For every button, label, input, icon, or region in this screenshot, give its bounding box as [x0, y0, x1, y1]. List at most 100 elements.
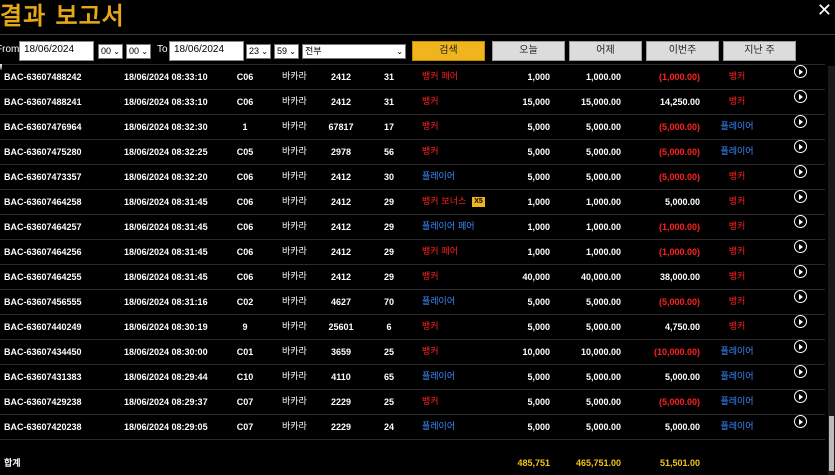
bet-date: 18/06/2024 08:32:30	[124, 122, 208, 132]
valid-bet: 1,000.00	[585, 72, 621, 82]
game-result: 뱅커	[728, 222, 746, 232]
play-circle-icon[interactable]	[794, 215, 807, 228]
game-result: 플레이어	[720, 397, 754, 407]
from-minute-select[interactable]: 00 ⌄	[126, 44, 151, 59]
totals-row: 합계 485,751 465,751.00 51,501.00	[0, 451, 825, 475]
bet-type: 뱅커 페어	[422, 247, 458, 257]
play-circle-icon[interactable]	[794, 390, 807, 403]
play-circle-icon[interactable]	[794, 190, 807, 203]
table-code: C06	[236, 97, 254, 107]
valid-bet: 5,000.00	[585, 422, 621, 432]
from-label: From	[0, 44, 20, 55]
round-number: 4110	[331, 372, 351, 382]
bet-amount: 5,000	[527, 122, 550, 132]
chevron-down-icon: ⌄	[396, 47, 403, 56]
bet-amount: 5,000	[527, 297, 550, 307]
valid-bet: 5,000.00	[585, 372, 621, 382]
close-icon[interactable]: ✕	[817, 0, 832, 21]
bet-id: BAC-63607488242	[4, 72, 82, 82]
play-circle-icon[interactable]	[794, 165, 807, 178]
yesterday-button[interactable]: 어제	[569, 41, 642, 61]
round-number: 2412	[330, 272, 352, 282]
play-circle-icon[interactable]	[794, 340, 807, 353]
this-week-button[interactable]: 이번주	[646, 41, 719, 61]
game-name: 바카라	[282, 122, 307, 132]
round-number: 2229	[330, 397, 352, 407]
bet-id: BAC-63607476964	[4, 122, 82, 132]
round-number: 4627	[330, 297, 352, 307]
totals-valid: 465,751.00	[575, 458, 621, 468]
play-circle-icon[interactable]	[794, 415, 807, 428]
table-row: BAC-63607431383 18/06/2024 08:29:44 C10 바카라…	[0, 365, 825, 390]
play-circle-icon[interactable]	[794, 265, 807, 278]
from-hour-select[interactable]: 00 ⌄	[98, 44, 123, 59]
chevron-down-icon: ⌄	[289, 47, 296, 56]
table-code: C06	[236, 197, 254, 207]
win-loss: (1,000.00)	[658, 72, 700, 82]
table-row: BAC-63607456555 18/06/2024 08:31:16 C02 바카라…	[0, 290, 825, 315]
bet-id: BAC-63607420238	[4, 422, 82, 432]
last-week-button[interactable]: 지난 주	[723, 41, 796, 61]
bet-amount: 5,000	[527, 372, 550, 382]
table-code: C06	[236, 247, 254, 257]
bet-amount: 15,000	[522, 97, 550, 107]
table-row: BAC-63607434450 18/06/2024 08:30:00 C01 바카라…	[0, 340, 825, 365]
round-number: 2412	[330, 97, 352, 107]
valid-bet: 5,000.00	[585, 297, 621, 307]
bet-date: 18/06/2024 08:33:10	[124, 72, 208, 82]
game-type-select[interactable]: 전부 ⌄	[302, 44, 406, 59]
from-date-input[interactable]: 18/06/2024	[19, 41, 94, 61]
hand-number: 70	[383, 297, 394, 307]
play-circle-icon[interactable]	[794, 365, 807, 378]
table-row: BAC-63607476964 18/06/2024 08:32:30 1 바카라 67…	[0, 115, 825, 140]
valid-bet: 5,000.00	[585, 322, 621, 332]
bet-type: 뱅커	[422, 397, 439, 407]
bet-type: 뱅커	[422, 147, 439, 157]
chevron-down-icon: ⌄	[113, 47, 120, 56]
win-loss: 14,250.00	[659, 97, 700, 107]
table-row: BAC-63607475280 18/06/2024 08:32:25 C05 바카라…	[0, 140, 825, 165]
play-circle-icon[interactable]	[794, 115, 807, 128]
round-number: 2229	[330, 422, 352, 432]
round-number: 2412	[330, 197, 352, 207]
play-circle-icon[interactable]	[794, 140, 807, 153]
table-code: C06	[236, 222, 254, 232]
game-result: 뱅커	[728, 297, 746, 307]
win-loss: 5,000.00	[664, 197, 700, 207]
table-row: BAC-63607420238 18/06/2024 08:29:05 C07 바카라…	[0, 415, 825, 440]
table-row: BAC-63607473357 18/06/2024 08:32:20 C06 바카라…	[0, 165, 825, 190]
bet-type: 플레이어	[422, 422, 456, 432]
play-circle-icon[interactable]	[794, 290, 807, 303]
bet-id: BAC-63607464255	[4, 272, 82, 282]
title-divider	[0, 34, 835, 35]
bet-date: 18/06/2024 08:33:10	[124, 97, 208, 107]
search-button[interactable]: 검색	[412, 41, 485, 61]
bet-type: 플레이어 페어	[422, 222, 475, 232]
bet-amount: 5,000	[527, 322, 550, 332]
play-circle-icon[interactable]	[794, 65, 807, 78]
to-date-input[interactable]: 18/06/2024	[169, 41, 244, 61]
to-minute-select[interactable]: 59 ⌄	[274, 44, 299, 59]
game-name: 바카라	[282, 72, 307, 82]
hand-number: 29	[383, 247, 394, 257]
bet-amount: 5,000	[527, 422, 550, 432]
hand-number: 25	[383, 397, 394, 407]
game-name: 바카라	[282, 97, 307, 107]
valid-bet: 40,000.00	[580, 272, 621, 282]
win-loss: (5,000.00)	[658, 297, 700, 307]
play-circle-icon[interactable]	[794, 240, 807, 253]
play-circle-icon[interactable]	[794, 90, 807, 103]
vertical-scrollbar[interactable]	[828, 66, 835, 475]
table-code: C07	[236, 397, 254, 407]
game-name: 바카라	[282, 147, 307, 157]
scrollbar-thumb[interactable]	[829, 416, 834, 471]
hand-number: 29	[383, 222, 394, 232]
to-hour-select[interactable]: 23 ⌄	[246, 44, 271, 59]
play-circle-icon[interactable]	[794, 315, 807, 328]
bet-amount: 10,000	[522, 347, 550, 357]
game-name: 바카라	[282, 197, 307, 207]
valid-bet: 5,000.00	[585, 147, 621, 157]
multiplier-badge: X5	[472, 196, 485, 207]
bet-amount: 1,000	[527, 222, 550, 232]
today-button[interactable]: 오늘	[492, 41, 565, 61]
